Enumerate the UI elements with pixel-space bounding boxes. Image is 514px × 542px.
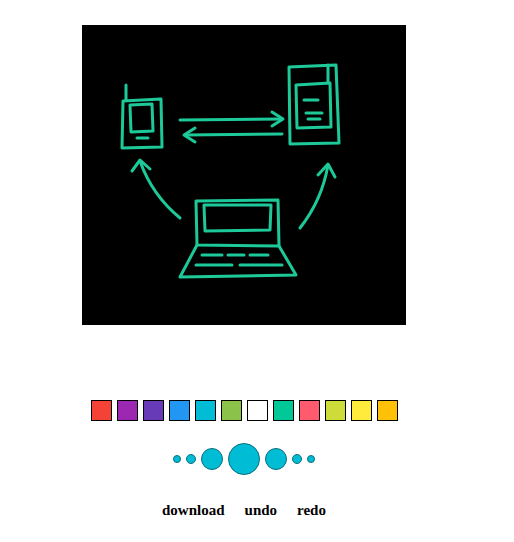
brush-size[interactable] (292, 454, 302, 464)
color-swatch[interactable] (299, 400, 320, 421)
color-swatch[interactable] (169, 400, 190, 421)
action-button[interactable]: undo (245, 501, 278, 519)
color-swatch[interactable] (143, 400, 164, 421)
action-buttons: download undo redo (162, 501, 326, 519)
brush-size[interactable] (173, 455, 181, 463)
brush-size[interactable] (201, 448, 223, 470)
sketch-drawing (82, 25, 406, 325)
color-swatch[interactable] (195, 400, 216, 421)
color-swatch[interactable] (247, 400, 268, 421)
brush-size[interactable] (186, 454, 196, 464)
color-swatch[interactable] (117, 400, 138, 421)
color-swatch[interactable] (91, 400, 112, 421)
color-swatch[interactable] (351, 400, 372, 421)
action-button[interactable]: redo (297, 501, 326, 519)
brush-sizes (173, 443, 315, 475)
drawing-canvas[interactable] (82, 25, 406, 325)
brush-size[interactable] (265, 448, 287, 470)
drawing-app: download undo redo (0, 0, 514, 542)
color-swatch[interactable] (221, 400, 242, 421)
brush-size[interactable] (228, 443, 260, 475)
color-palette (91, 400, 398, 421)
action-button[interactable]: download (162, 501, 225, 519)
color-swatch[interactable] (377, 400, 398, 421)
color-swatch[interactable] (325, 400, 346, 421)
brush-size[interactable] (307, 455, 315, 463)
color-swatch[interactable] (273, 400, 294, 421)
